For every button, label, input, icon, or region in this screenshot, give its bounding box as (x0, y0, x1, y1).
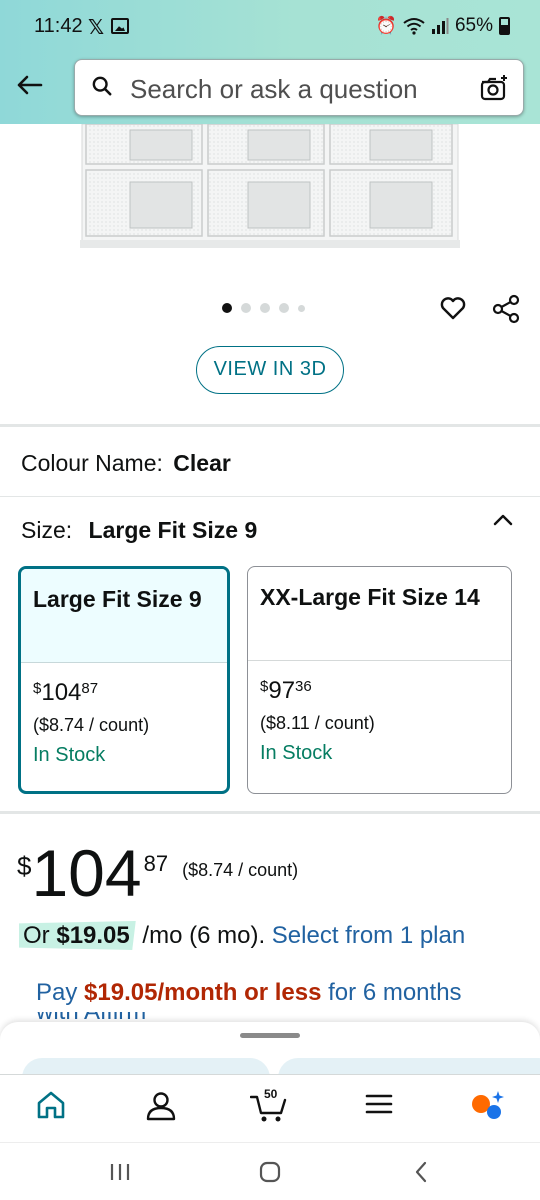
size-option-unit-price: ($8.74 / count) (33, 715, 150, 735)
nav-menu[interactable] (362, 1089, 402, 1125)
pager-dot[interactable] (260, 303, 270, 313)
signal-icon (431, 18, 449, 34)
size-option-xx-large-fit-14[interactable]: XX-Large Fit Size 14 $9736 ($8.11 / coun… (247, 566, 512, 794)
pager-dot[interactable] (222, 303, 232, 313)
size-option-name: XX-Large Fit Size 14 (248, 567, 511, 661)
divider (0, 496, 540, 497)
back-arrow-icon[interactable] (14, 70, 44, 100)
colour-label: Colour Name: (21, 450, 163, 476)
sheet-drag-handle[interactable] (240, 1033, 300, 1038)
cart-count-badge: 50 (264, 1087, 278, 1101)
system-navigation-bar (0, 1142, 540, 1200)
affirm-amount: $19.05/month or less (84, 979, 322, 1006)
nav-rufus-assistant[interactable] (468, 1089, 508, 1125)
battery-percent: 65% (454, 15, 493, 36)
size-option-price: $10487 (33, 679, 99, 706)
battery-icon (499, 17, 510, 35)
home-button-icon[interactable] (256, 1159, 284, 1185)
product-price: $ 104 87 ($8.74 / count) (17, 838, 298, 908)
status-indicators: ⏰ 65% (376, 15, 510, 37)
status-bar: 11:42 𝕏 ⏰ 65% (0, 0, 540, 52)
monthly-term: /mo (6 mo). (142, 922, 266, 949)
size-option-stock: In Stock (33, 744, 106, 766)
bottom-sheet[interactable]: 50 (0, 1022, 540, 1142)
alarm-icon: ⏰ (375, 16, 397, 35)
wifi-icon (403, 18, 425, 35)
product-image[interactable] (80, 124, 460, 250)
search-input[interactable]: Search or ask a question (74, 59, 524, 116)
price-whole: 104 (31, 836, 142, 910)
home-icon (37, 1091, 65, 1119)
back-button-icon[interactable] (408, 1159, 436, 1185)
person-icon (146, 1092, 176, 1121)
status-time: 11:42 (34, 15, 83, 37)
monthly-highlight: Or $19.05 (19, 921, 136, 950)
size-option-stock: In Stock (260, 742, 333, 764)
search-placeholder: Search or ask a question (130, 74, 418, 104)
select-plan-link[interactable]: Select from 1 plan (272, 922, 465, 949)
pager-dot[interactable] (241, 303, 251, 313)
x-app-icon: 𝕏 (88, 17, 105, 39)
size-label: Size: (21, 517, 73, 543)
size-option-name: Large Fit Size 9 (21, 569, 227, 663)
colour-name-row: Colour Name: Clear (21, 450, 231, 477)
nav-account[interactable] (143, 1089, 183, 1125)
price-unit: ($8.74 / count) (182, 860, 299, 880)
price-currency: $ (17, 851, 32, 881)
divider (0, 424, 540, 427)
pager-dot[interactable] (298, 304, 305, 312)
size-value: Large Fit Size 9 (88, 517, 258, 543)
camera-lens-icon[interactable] (479, 73, 509, 103)
search-icon (92, 76, 112, 96)
pager-dot[interactable] (279, 303, 289, 313)
nav-home[interactable] (33, 1089, 73, 1125)
image-pager-dots[interactable] (222, 303, 305, 313)
price-cents: 87 (143, 851, 169, 876)
size-option-price: $9736 (260, 677, 312, 704)
chevron-up-icon[interactable] (491, 510, 515, 530)
heart-icon[interactable] (439, 294, 467, 322)
monthly-amount: $19.05 (56, 922, 130, 949)
monthly-payment-line: Or $19.05 /mo (6 mo). Select from 1 plan (19, 921, 465, 950)
hamburger-menu-icon (365, 1094, 393, 1114)
divider (0, 811, 540, 814)
view-in-3d-button[interactable]: VIEW IN 3D (196, 346, 344, 394)
nav-cart[interactable]: 50 (249, 1087, 294, 1125)
gallery-notification-icon (111, 18, 129, 34)
size-option-unit-price: ($8.11 / count) (260, 713, 375, 733)
bottom-nav: 50 (0, 1074, 540, 1142)
rufus-assistant-icon (472, 1091, 504, 1119)
size-row[interactable]: Size: Large Fit Size 9 (21, 517, 257, 544)
share-icon[interactable] (492, 294, 520, 324)
recent-apps-icon[interactable] (106, 1159, 134, 1185)
size-option-large-fit-9[interactable]: Large Fit Size 9 $10487 ($8.74 / count) … (18, 566, 230, 794)
colour-value: Clear (173, 450, 231, 476)
